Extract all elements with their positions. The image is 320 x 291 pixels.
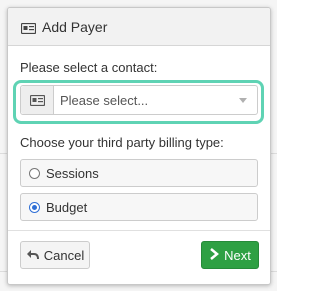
billing-type-label: Choose your third party billing type: bbox=[20, 135, 224, 150]
sessions-label: Sessions bbox=[46, 165, 99, 181]
chevron-down-icon bbox=[239, 97, 247, 103]
footer-divider bbox=[8, 230, 270, 231]
budget-radio[interactable] bbox=[29, 201, 40, 213]
billing-option-sessions[interactable]: Sessions bbox=[20, 159, 258, 187]
id-card-icon bbox=[20, 21, 37, 35]
dialog-title: Add Payer bbox=[42, 18, 108, 35]
undo-arrow-icon bbox=[26, 248, 39, 263]
contact-select[interactable]: Please select... bbox=[20, 85, 258, 115]
billing-option-budget[interactable]: Budget bbox=[20, 193, 258, 221]
id-card-icon bbox=[21, 86, 54, 114]
add-payer-dialog: Add Payer Please select a contact: Pleas… bbox=[7, 7, 271, 285]
sessions-radio[interactable] bbox=[29, 167, 40, 179]
next-label: Next bbox=[224, 247, 251, 263]
cancel-button[interactable]: Cancel bbox=[20, 241, 90, 269]
dialog-header: Add Payer bbox=[8, 8, 270, 46]
contact-label: Please select a contact: bbox=[20, 60, 158, 75]
contact-select-value: Please select... bbox=[60, 92, 149, 108]
budget-label: Budget bbox=[46, 199, 88, 215]
chevron-right-icon bbox=[209, 247, 220, 263]
cancel-label: Cancel bbox=[43, 247, 85, 263]
next-button[interactable]: Next bbox=[201, 241, 259, 269]
